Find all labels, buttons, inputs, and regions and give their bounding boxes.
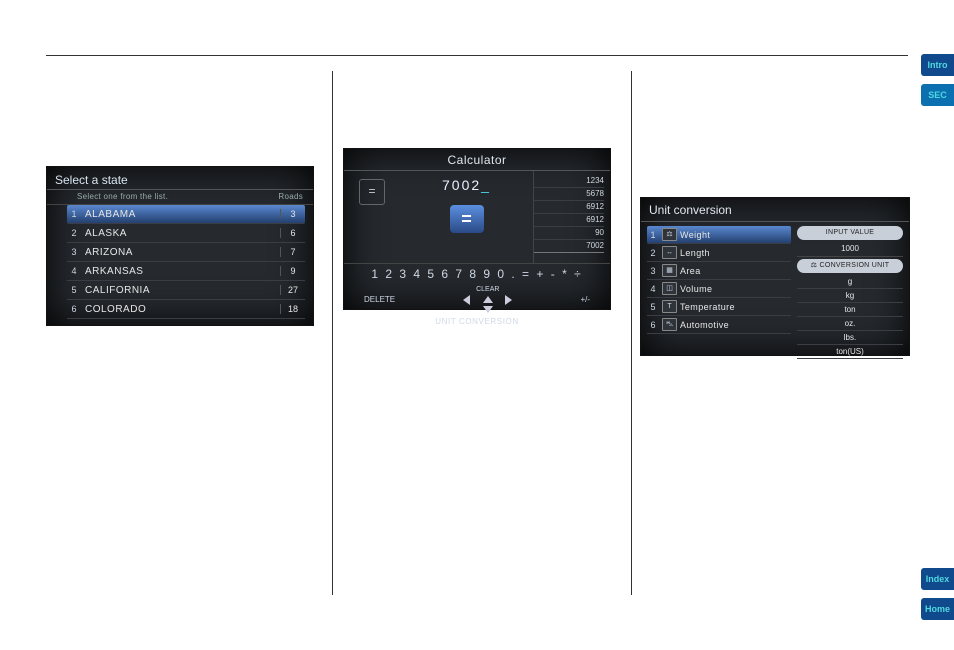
category-row[interactable]: 1 ⚖ Weight — [647, 226, 791, 244]
state-row[interactable]: 1 ALABAMA 3 — [67, 205, 305, 224]
input-value[interactable]: 1000 — [797, 242, 903, 257]
cursor-icon: _ — [481, 177, 491, 193]
category-list: 1 ⚖ Weight 2 ↔ Length 3 ▦ Area 4 ◫ V — [647, 226, 791, 359]
weight-icon: ⚖ — [662, 228, 677, 241]
history-item: 7002 — [534, 240, 604, 253]
select-state-sublabel: Select one from the list. — [77, 192, 168, 201]
unit-item[interactable]: g — [797, 275, 903, 289]
category-num: 4 — [647, 284, 659, 294]
state-row[interactable]: 5 CALIFORNIA 27 — [67, 281, 305, 300]
state-row-name: COLORADO — [81, 304, 280, 315]
category-name: Weight — [680, 230, 791, 240]
history-item: 1234 — [534, 175, 604, 188]
input-value-header: INPUT VALUE — [797, 226, 903, 240]
arrow-up-icon[interactable] — [483, 296, 493, 303]
column-divider-1 — [332, 71, 333, 595]
header-rule — [46, 55, 908, 56]
state-row-name: ALASKA — [81, 228, 280, 239]
history-item: 6912 — [534, 214, 604, 227]
state-row-num: 1 — [67, 209, 81, 219]
delete-button[interactable]: DELETE — [364, 295, 395, 304]
conversion-unit-header: ⚖ CONVERSION UNIT — [797, 259, 903, 273]
state-row[interactable]: 6 COLORADO 18 — [67, 300, 305, 319]
tab-sec[interactable]: SEC — [921, 84, 954, 106]
arrow-left-icon[interactable] — [463, 295, 470, 305]
unit-item[interactable]: ton(US) — [797, 345, 903, 359]
state-row-num: 5 — [67, 285, 81, 295]
state-row-count: 6 — [280, 228, 305, 238]
state-row-count: 9 — [280, 266, 305, 276]
state-row[interactable]: 2 ALASKA 6 — [67, 224, 305, 243]
state-row-num: 6 — [67, 304, 81, 314]
history-item: 6912 — [534, 201, 604, 214]
history-list: 1234 5678 6912 6912 90 7002 — [533, 171, 610, 263]
automotive-icon: ⛍ — [662, 318, 677, 331]
state-row-count: 18 — [280, 304, 305, 314]
state-row-num: 2 — [67, 228, 81, 238]
calculator-title: Calculator — [344, 149, 610, 171]
state-row-name: CALIFORNIA — [81, 285, 280, 296]
category-num: 5 — [647, 302, 659, 312]
state-row-name: ALABAMA — [81, 209, 280, 220]
unit-conversion-title: Unit conversion — [641, 198, 909, 222]
state-row-count: 3 — [280, 209, 305, 219]
screenshot-unit-conversion: Unit conversion 1 ⚖ Weight 2 ↔ Length 3 … — [640, 197, 910, 356]
temperature-icon: T — [662, 300, 677, 313]
plus-minus-button[interactable]: +/- — [580, 295, 590, 304]
screenshot-select-state: Select a state Select one from the list.… — [46, 166, 314, 326]
category-num: 2 — [647, 248, 659, 258]
state-row-count: 7 — [280, 247, 305, 257]
category-num: 1 — [647, 230, 659, 240]
category-name: Area — [680, 266, 791, 276]
category-row[interactable]: 5 T Temperature — [647, 298, 791, 316]
unit-item[interactable]: lbs. — [797, 331, 903, 345]
select-state-roads-label: Roads — [278, 192, 303, 201]
area-icon: ▦ — [662, 264, 677, 277]
history-item: 5678 — [534, 188, 604, 201]
unit-item[interactable]: oz. — [797, 317, 903, 331]
unit-item[interactable]: ton — [797, 303, 903, 317]
category-name: Automotive — [680, 320, 791, 330]
state-row[interactable]: 4 ARKANSAS 9 — [67, 262, 305, 281]
category-row[interactable]: 2 ↔ Length — [647, 244, 791, 262]
category-row[interactable]: 4 ◫ Volume — [647, 280, 791, 298]
tab-intro[interactable]: Intro — [921, 54, 954, 76]
unit-item[interactable]: kg — [797, 289, 903, 303]
state-list: 1 ALABAMA 3 2 ALASKA 6 3 ARIZONA 7 4 ARK… — [47, 205, 313, 319]
arrow-right-icon[interactable] — [505, 295, 512, 305]
state-row-count: 27 — [280, 285, 305, 295]
history-item: 90 — [534, 227, 604, 240]
tab-index[interactable]: Index — [921, 568, 954, 590]
clear-button[interactable]: CLEAR — [476, 286, 499, 293]
category-row[interactable]: 3 ▦ Area — [647, 262, 791, 280]
tab-home[interactable]: Home — [921, 598, 954, 620]
volume-icon: ◫ — [662, 282, 677, 295]
category-name: Temperature — [680, 302, 791, 312]
equals-button[interactable]: = — [450, 205, 484, 233]
screenshot-calculator: Calculator = 7002_ = 1234 5678 6912 6912… — [343, 148, 611, 310]
category-num: 3 — [647, 266, 659, 276]
arrow-down-icon[interactable] — [483, 306, 493, 313]
state-row-name: ARIZONA — [81, 247, 280, 258]
state-row-name: ARKANSAS — [81, 266, 280, 277]
state-row-num: 4 — [67, 266, 81, 276]
category-name: Volume — [680, 284, 791, 294]
length-icon: ↔ — [662, 246, 677, 259]
digit-strip[interactable]: 1 2 3 4 5 6 7 8 9 0 . = + - * ÷ — [344, 263, 610, 284]
equals-small-button[interactable]: = — [359, 179, 385, 205]
column-divider-2 — [631, 71, 632, 595]
category-row[interactable]: 6 ⛍ Automotive — [647, 316, 791, 334]
calculator-display: 7002_ — [400, 177, 533, 193]
state-row[interactable]: 3 ARIZONA 7 — [67, 243, 305, 262]
unit-conversion-link[interactable]: UNIT CONVERSION — [344, 315, 610, 330]
state-row-num: 3 — [67, 247, 81, 257]
category-name: Length — [680, 248, 791, 258]
category-num: 6 — [647, 320, 659, 330]
select-state-title: Select a state — [47, 167, 313, 190]
